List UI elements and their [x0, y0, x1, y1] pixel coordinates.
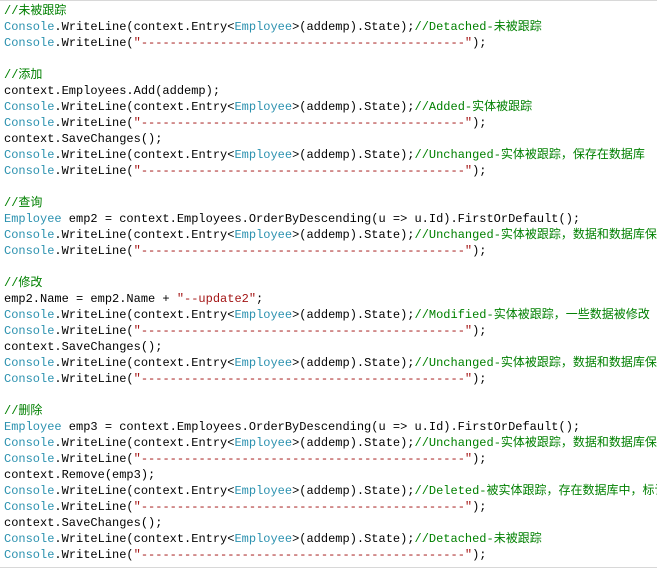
stmt-savechanges-3: context.SaveChanges(); — [4, 516, 162, 530]
stmt-savechanges-2: context.SaveChanges(); — [4, 340, 162, 354]
stmt-emp3-decl: emp3 = context.Employees.OrderByDescendi… — [62, 420, 580, 434]
comment-modified: //Modified-实体被跟踪，一些数据被修改 — [415, 308, 650, 322]
comment-deleted: //Deleted-被实体跟踪，存在数据库中，标记为要删除了 — [415, 484, 657, 498]
comment-query-header: //查询 — [4, 196, 42, 210]
comment-detached-2: //Detached-未被跟踪 — [415, 532, 542, 546]
stmt-savechanges: context.SaveChanges(); — [4, 132, 162, 146]
comment-detached: //Detached-未被跟踪 — [415, 20, 542, 34]
comment-modify-header: //修改 — [4, 276, 42, 290]
comment-add-header: //添加 — [4, 68, 42, 82]
stmt-emp2-decl: emp2 = context.Employees.OrderByDescendi… — [62, 212, 580, 226]
code-block: //未被跟踪 Console.WriteLine(context.Entry<E… — [0, 1, 657, 567]
comment-unchanged-sync-2: //Unchanged-实体被跟踪，数据和数据库保持一致 — [415, 356, 657, 370]
comment-added: //Added-实体被跟踪 — [415, 100, 533, 114]
comment-unchanged-saved: //Unchanged-实体被跟踪，保存在数据库 — [415, 148, 645, 162]
comment-untracked-header: //未被跟踪 — [4, 4, 66, 18]
stmt-add: context.Employees.Add(addemp); — [4, 84, 220, 98]
comment-unchanged-sync-1: //Unchanged-实体被跟踪，数据和数据库保持一致 — [415, 228, 657, 242]
comment-unchanged-sync-3: //Unchanged-实体被跟踪，数据和数据库保持一致 — [415, 436, 657, 450]
stmt-remove: context.Remove(emp3); — [4, 468, 155, 482]
comment-delete-header: //删除 — [4, 404, 42, 418]
